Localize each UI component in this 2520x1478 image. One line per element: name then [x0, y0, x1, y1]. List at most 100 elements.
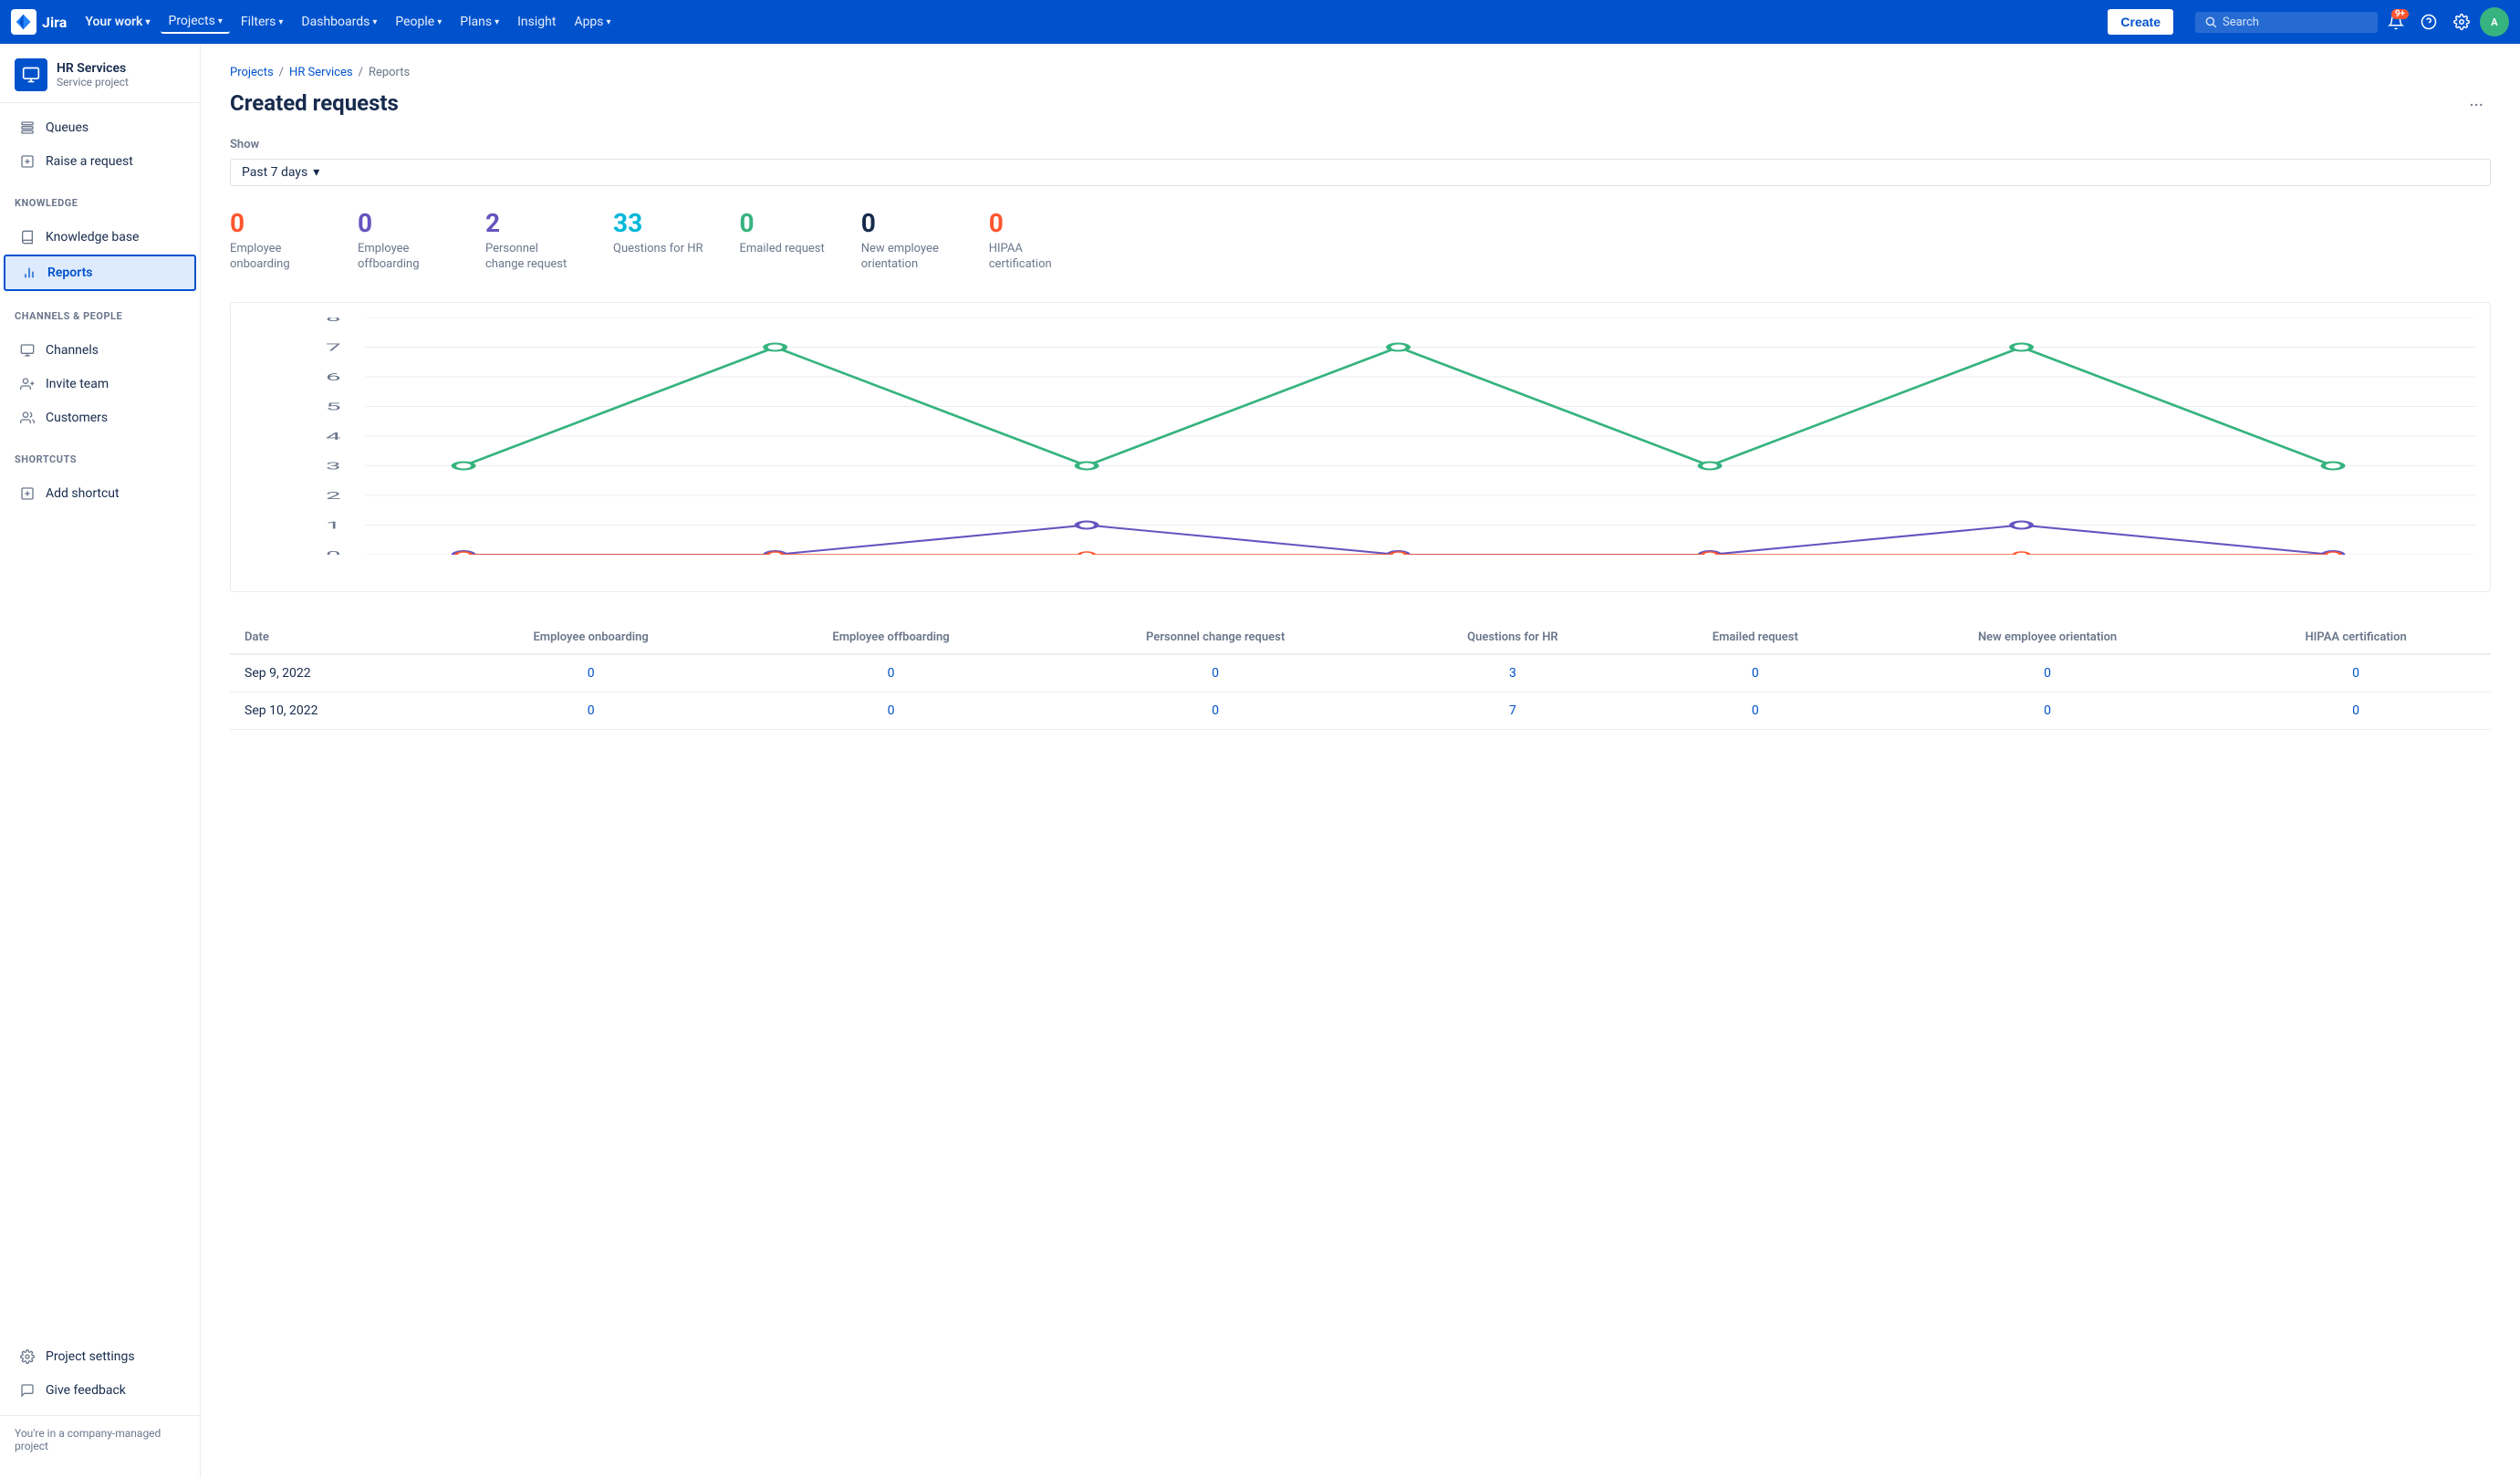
chart-point — [2326, 552, 2340, 555]
metric-label-2: Personnel change request — [485, 242, 577, 273]
give-feedback-icon — [18, 1381, 36, 1400]
svg-text:4: 4 — [326, 431, 341, 442]
project-icon — [15, 58, 47, 91]
chart-point — [2012, 521, 2032, 528]
raise-label: Raise a request — [46, 154, 133, 169]
add-shortcut-icon — [18, 484, 36, 503]
sidebar-item-customers[interactable]: Customers — [4, 401, 196, 434]
row-val-2-5: 0 — [1874, 692, 2221, 729]
metric-label-1: Employee offboarding — [358, 242, 449, 273]
sidebar-item-add-shortcut[interactable]: Add shortcut — [4, 477, 196, 510]
row-date-1: Sep 9, 2022 — [230, 654, 442, 692]
notification-badge: 9+ — [2391, 9, 2409, 19]
col-new-employee: New employee orientation — [1874, 621, 2221, 654]
col-hipaa: HIPAA certification — [2221, 621, 2491, 654]
svg-text:1: 1 — [326, 519, 341, 531]
sidebar-footer: You're in a company-managed project — [0, 1415, 200, 1463]
project-name: HR Services — [57, 61, 129, 76]
row-val-1-4: 0 — [1637, 654, 1874, 692]
channels-nav: Channels Invite team Customers — [0, 326, 200, 442]
customers-label: Customers — [46, 411, 108, 425]
search-box[interactable]: Search — [2195, 12, 2378, 33]
nav-your-work[interactable]: Your work ▾ — [78, 11, 157, 33]
knowledge-section-label: KNOWLEDGE — [0, 186, 200, 213]
nav-people[interactable]: People ▾ — [388, 11, 449, 33]
raise-icon — [18, 152, 36, 171]
channels-label: Channels — [46, 343, 99, 358]
sidebar-item-project-settings[interactable]: Project settings — [4, 1340, 196, 1373]
give-feedback-label: Give feedback — [46, 1383, 126, 1398]
project-settings-label: Project settings — [46, 1349, 135, 1364]
sidebar-item-channels[interactable]: Channels — [4, 334, 196, 367]
nav-insight[interactable]: Insight — [510, 11, 563, 33]
row-val-1-3: 3 — [1389, 654, 1636, 692]
nav-plans[interactable]: Plans ▾ — [453, 11, 506, 33]
chart-point — [2323, 462, 2343, 469]
row-val-1-2: 0 — [1042, 654, 1389, 692]
sidebar-item-give-feedback[interactable]: Give feedback — [4, 1374, 196, 1407]
metric-hipaa: 0 HIPAA certification — [989, 208, 1080, 273]
metric-value-2: 2 — [485, 208, 577, 238]
nav-apps[interactable]: Apps ▾ — [567, 11, 618, 33]
breadcrumb: Projects / HR Services / Reports — [230, 66, 2491, 79]
metric-label-3: Questions for HR — [613, 242, 703, 257]
more-options-button[interactable]: ··· — [2462, 90, 2491, 120]
time-range-dropdown[interactable]: Past 7 days ▾ — [230, 159, 2491, 186]
chart-point — [2012, 343, 2032, 350]
svg-text:6: 6 — [326, 371, 341, 383]
metric-value-4: 0 — [740, 208, 825, 238]
chart-point — [453, 462, 474, 469]
row-val-2-0: 0 — [442, 692, 740, 729]
breadcrumb-reports: Reports — [369, 66, 410, 79]
metric-emailed-request: 0 Emailed request — [740, 208, 825, 273]
app-logo[interactable]: Jira — [11, 9, 67, 35]
queues-icon — [18, 119, 36, 137]
nav-dashboards[interactable]: Dashboards ▾ — [294, 11, 384, 33]
row-val-2-3: 7 — [1389, 692, 1636, 729]
chart-point — [1703, 552, 1717, 555]
svg-text:8: 8 — [326, 317, 341, 324]
reports-icon — [20, 264, 38, 282]
notifications-button[interactable]: 9+ — [2381, 7, 2411, 36]
metric-value-6: 0 — [989, 208, 1080, 238]
dropdown-value: Past 7 days — [242, 165, 307, 180]
chart-point — [456, 552, 471, 555]
svg-text:7: 7 — [326, 341, 341, 353]
metric-value-5: 0 — [861, 208, 953, 238]
reports-label: Reports — [47, 265, 93, 280]
row-val-2-4: 0 — [1637, 692, 1874, 729]
breadcrumb-hr-services[interactable]: HR Services — [289, 66, 353, 79]
add-shortcut-label: Add shortcut — [46, 486, 120, 501]
row-val-2-2: 0 — [1042, 692, 1389, 729]
nav-filters[interactable]: Filters ▾ — [234, 11, 291, 33]
breadcrumb-projects[interactable]: Projects — [230, 66, 274, 79]
jira-logo-icon — [11, 9, 36, 35]
sidebar-item-knowledge-base[interactable]: Knowledge base — [4, 221, 196, 254]
sidebar-item-invite-team[interactable]: Invite team — [4, 368, 196, 401]
metric-value-1: 0 — [358, 208, 449, 238]
knowledge-nav: Knowledge base Reports — [0, 213, 200, 299]
project-type: Service project — [57, 76, 129, 88]
channels-icon — [18, 341, 36, 359]
help-button[interactable] — [2414, 7, 2443, 36]
create-button[interactable]: Create — [2108, 9, 2173, 35]
settings-button[interactable] — [2447, 7, 2476, 36]
nav-filters-caret: ▾ — [278, 17, 283, 27]
nav-apps-caret: ▾ — [607, 17, 611, 27]
sidebar-item-queues[interactable]: Queues — [4, 111, 196, 144]
col-onboarding: Employee onboarding — [442, 621, 740, 654]
avatar-button[interactable]: A — [2480, 7, 2509, 36]
topnav-icons: 9+ A — [2381, 7, 2509, 36]
nav-projects[interactable]: Projects ▾ — [161, 10, 229, 34]
row-val-1-6: 0 — [2221, 654, 2491, 692]
page-header: Created requests ··· — [230, 90, 2491, 120]
sidebar-item-reports[interactable]: Reports — [4, 255, 196, 291]
svg-text:3: 3 — [326, 460, 341, 472]
sidebar-item-raise-request[interactable]: Raise a request — [4, 145, 196, 178]
breadcrumb-sep-2: / — [359, 66, 363, 79]
sidebar-bottom-nav: Project settings Give feedback — [0, 1332, 200, 1415]
nav-projects-caret: ▾ — [218, 16, 223, 26]
shortcuts-nav: Add shortcut — [0, 469, 200, 518]
metric-questions-hr: 33 Questions for HR — [613, 208, 703, 273]
row-val-2-6: 0 — [2221, 692, 2491, 729]
